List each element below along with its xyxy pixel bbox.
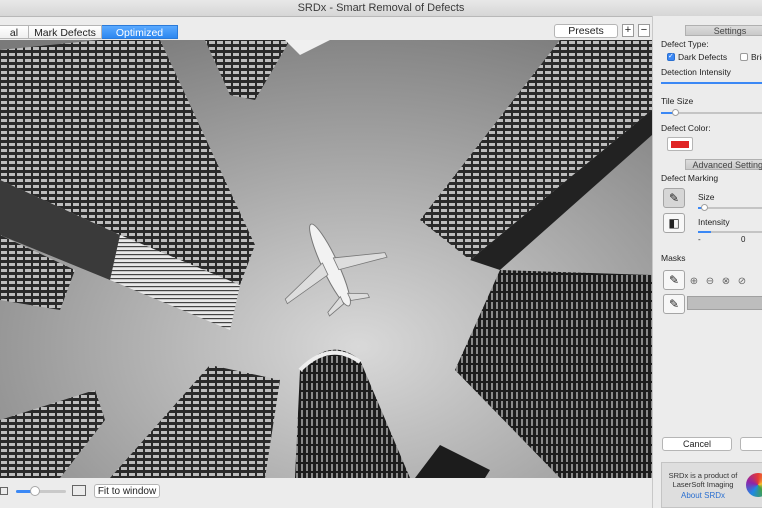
settings-panel: Settings Defect Type: Dark Defects Brig … — [652, 16, 762, 508]
tab-original[interactable]: al — [0, 25, 29, 39]
defect-marking-label: Defect Marking — [661, 173, 719, 183]
pencil-icon: ✎ — [668, 191, 680, 205]
tile-size-slider[interactable] — [661, 109, 762, 116]
defect-color-label: Defect Color: — [661, 123, 711, 133]
ok-button[interactable] — [740, 437, 762, 451]
zoom-slider[interactable] — [16, 486, 66, 496]
lasersoft-logo-icon — [746, 473, 762, 497]
zoom-bar: Fit to window — [0, 478, 652, 508]
image-preview[interactable] — [0, 40, 652, 478]
zoom-in-icon[interactable] — [72, 485, 86, 496]
detection-intensity-label: Detection Intensity — [661, 67, 731, 77]
zoom-slider-knob[interactable] — [29, 486, 40, 496]
detection-intensity-fill — [661, 82, 762, 84]
tile-size-knob[interactable] — [672, 109, 680, 116]
intensity-label: Intensity — [698, 217, 730, 227]
about-box: SRDx is a product of LaserSoft Imaging A… — [661, 462, 762, 508]
intensity-slider[interactable] — [698, 231, 762, 233]
intensity-fill — [698, 231, 711, 233]
advanced-settings-header: Advanced Settings — [685, 159, 762, 170]
size-slider[interactable] — [698, 204, 762, 211]
mask-invert-icon[interactable]: ⊘ — [735, 275, 749, 289]
dark-defects-checkbox[interactable] — [667, 52, 675, 61]
settings-header: Settings — [685, 25, 762, 36]
size-label: Size — [698, 192, 715, 202]
bright-defects-label: Brig — [751, 52, 762, 62]
defect-type-label: Defect Type: — [661, 39, 709, 49]
mask-pen-2-button[interactable]: ✎ — [663, 294, 685, 314]
tab-optimized[interactable]: Optimized — [102, 25, 178, 39]
cancel-button[interactable]: Cancel — [662, 437, 732, 451]
about-text: SRDx is a product of LaserSoft Imaging — [664, 471, 742, 489]
mask-intersect-icon[interactable]: ⊗ — [719, 275, 733, 289]
defect-color-swatch — [671, 141, 689, 148]
detection-intensity-slider[interactable] — [661, 82, 762, 84]
remove-preset-button[interactable]: − — [638, 24, 650, 37]
tab-mark-defects[interactable]: Mark Defects — [29, 25, 102, 39]
pen-icon: ✎ — [668, 273, 680, 287]
pen-icon: ✎ — [668, 297, 680, 311]
defect-color-button[interactable] — [667, 137, 693, 151]
mask-subtract-icon[interactable]: ⊖ — [703, 275, 717, 289]
zoom-out-icon[interactable] — [0, 487, 8, 495]
about-line-2: LaserSoft Imaging — [672, 480, 734, 489]
size-knob[interactable] — [700, 204, 708, 211]
about-line-1: SRDx is a product of — [668, 471, 738, 480]
intensity-min-label: - — [698, 235, 701, 244]
marker-tool-button[interactable]: ✎ — [663, 188, 685, 208]
tile-size-label: Tile Size — [661, 96, 694, 106]
fit-to-window-button[interactable]: Fit to window — [94, 484, 160, 498]
masks-label: Masks — [661, 253, 686, 263]
mask-pen-button[interactable]: ✎ — [663, 270, 685, 290]
presets-button[interactable]: Presets — [554, 24, 618, 38]
add-preset-button[interactable]: + — [622, 24, 634, 37]
intensity-value[interactable]: 0 — [741, 234, 745, 245]
dark-defects-label: Dark Defects — [678, 52, 728, 62]
eraser-tool-button[interactable]: ◧ — [663, 213, 685, 233]
eraser-icon: ◧ — [668, 216, 680, 230]
about-srdx-link[interactable]: About SRDx — [664, 491, 742, 500]
window-title: SRDx - Smart Removal of Defects — [0, 0, 762, 17]
photo-skyscrapers-airplane — [0, 40, 652, 478]
mask-list-field[interactable] — [687, 296, 762, 310]
mask-add-icon[interactable]: ⊕ — [687, 275, 701, 289]
view-tabs: al Mark Defects Optimized — [0, 25, 178, 39]
bright-defects-checkbox[interactable] — [740, 53, 748, 61]
